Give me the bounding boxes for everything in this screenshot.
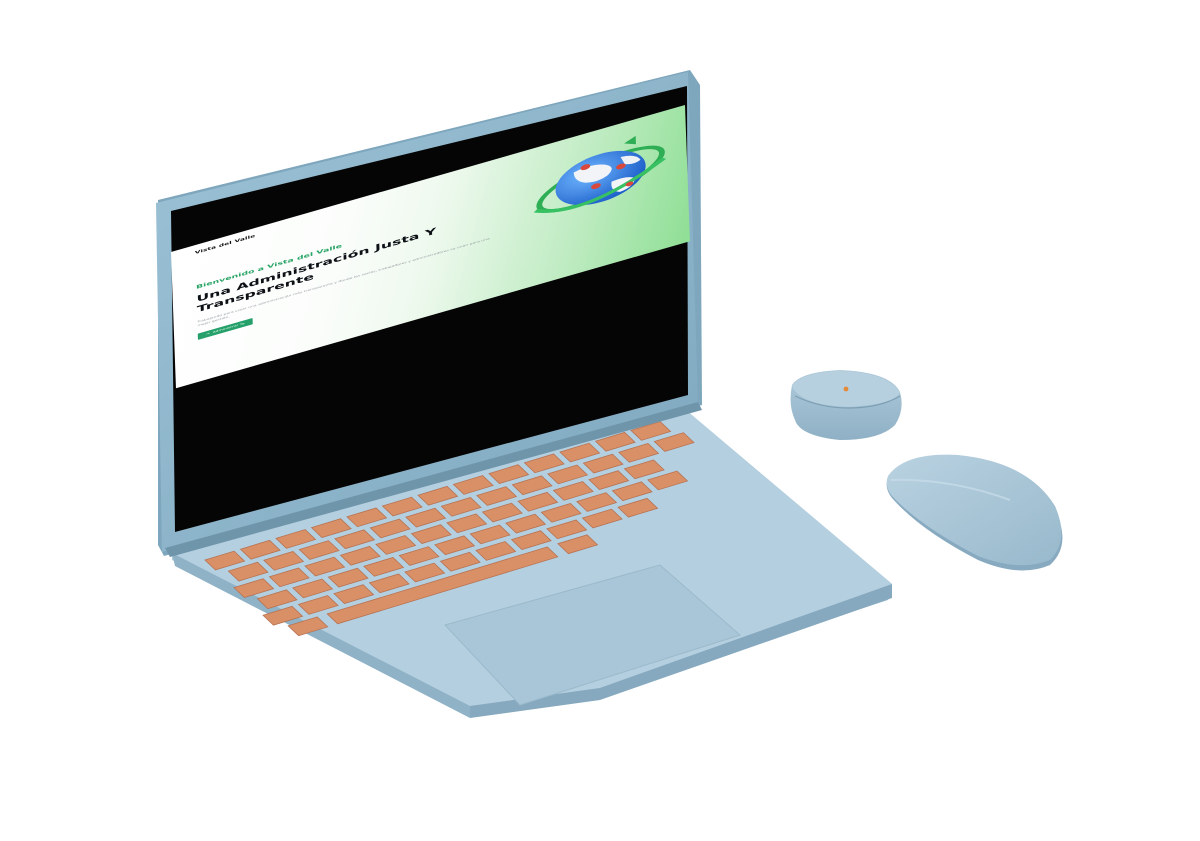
hero-headline: Una Administración Justa Y Transparente (196, 225, 437, 315)
arrow-right-icon: → (205, 331, 210, 337)
cta-label: Administrar Ya (212, 322, 245, 334)
earbuds-case (790, 370, 902, 440)
laptop-scene (156, 70, 1063, 718)
mouse (886, 454, 1063, 571)
status-led (843, 386, 849, 392)
